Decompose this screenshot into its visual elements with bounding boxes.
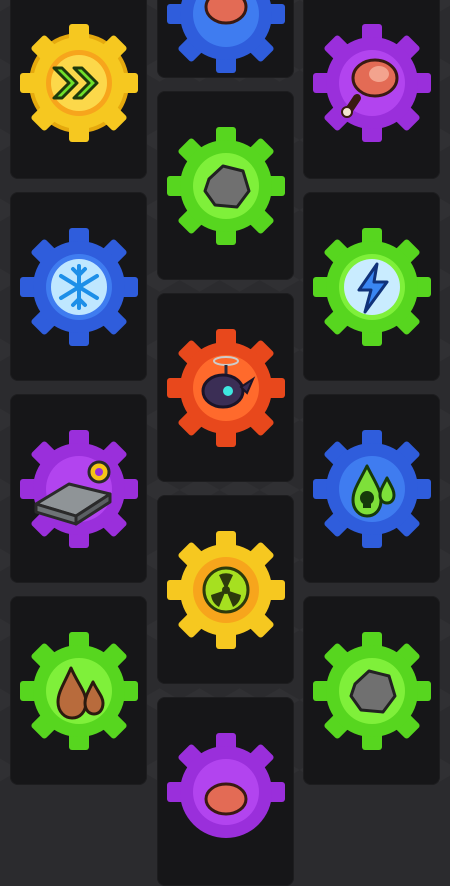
gear-slot[interactable] [157, 91, 294, 280]
radiation-icon [202, 566, 250, 614]
yellow-gear[interactable] [161, 525, 291, 655]
gear-slot[interactable] [10, 394, 147, 583]
middle-column [157, 0, 294, 886]
gear-slot[interactable] [303, 0, 440, 179]
meat-icon [204, 0, 248, 25]
gear-slot[interactable] [303, 596, 440, 785]
gear-slot[interactable] [157, 293, 294, 482]
blue-gear[interactable] [307, 424, 437, 554]
purple-gear[interactable] [14, 424, 144, 554]
gear-slot[interactable] [10, 0, 147, 179]
gear-slot[interactable] [303, 192, 440, 381]
gear-slot[interactable] [10, 596, 147, 785]
green-gear[interactable] [307, 222, 437, 352]
right-column [303, 0, 440, 800]
meat-icon [204, 782, 248, 816]
purple-gear[interactable] [161, 727, 291, 857]
green-gear[interactable] [14, 626, 144, 756]
orange-gear[interactable] [161, 323, 291, 453]
gear-slot[interactable] [303, 394, 440, 583]
blue-gear[interactable] [14, 222, 144, 352]
gear-slot[interactable] [157, 697, 294, 886]
yellow-gear[interactable] [14, 18, 144, 148]
gear-slot[interactable] [157, 495, 294, 684]
green-gear[interactable] [307, 626, 437, 756]
left-column [10, 0, 147, 800]
gear-slot[interactable] [157, 0, 294, 78]
blue-gear[interactable] [161, 0, 291, 79]
gear-shape [20, 24, 138, 142]
purple-gear[interactable] [307, 18, 437, 148]
green-gear[interactable] [161, 121, 291, 251]
gear-slot[interactable] [10, 192, 147, 381]
